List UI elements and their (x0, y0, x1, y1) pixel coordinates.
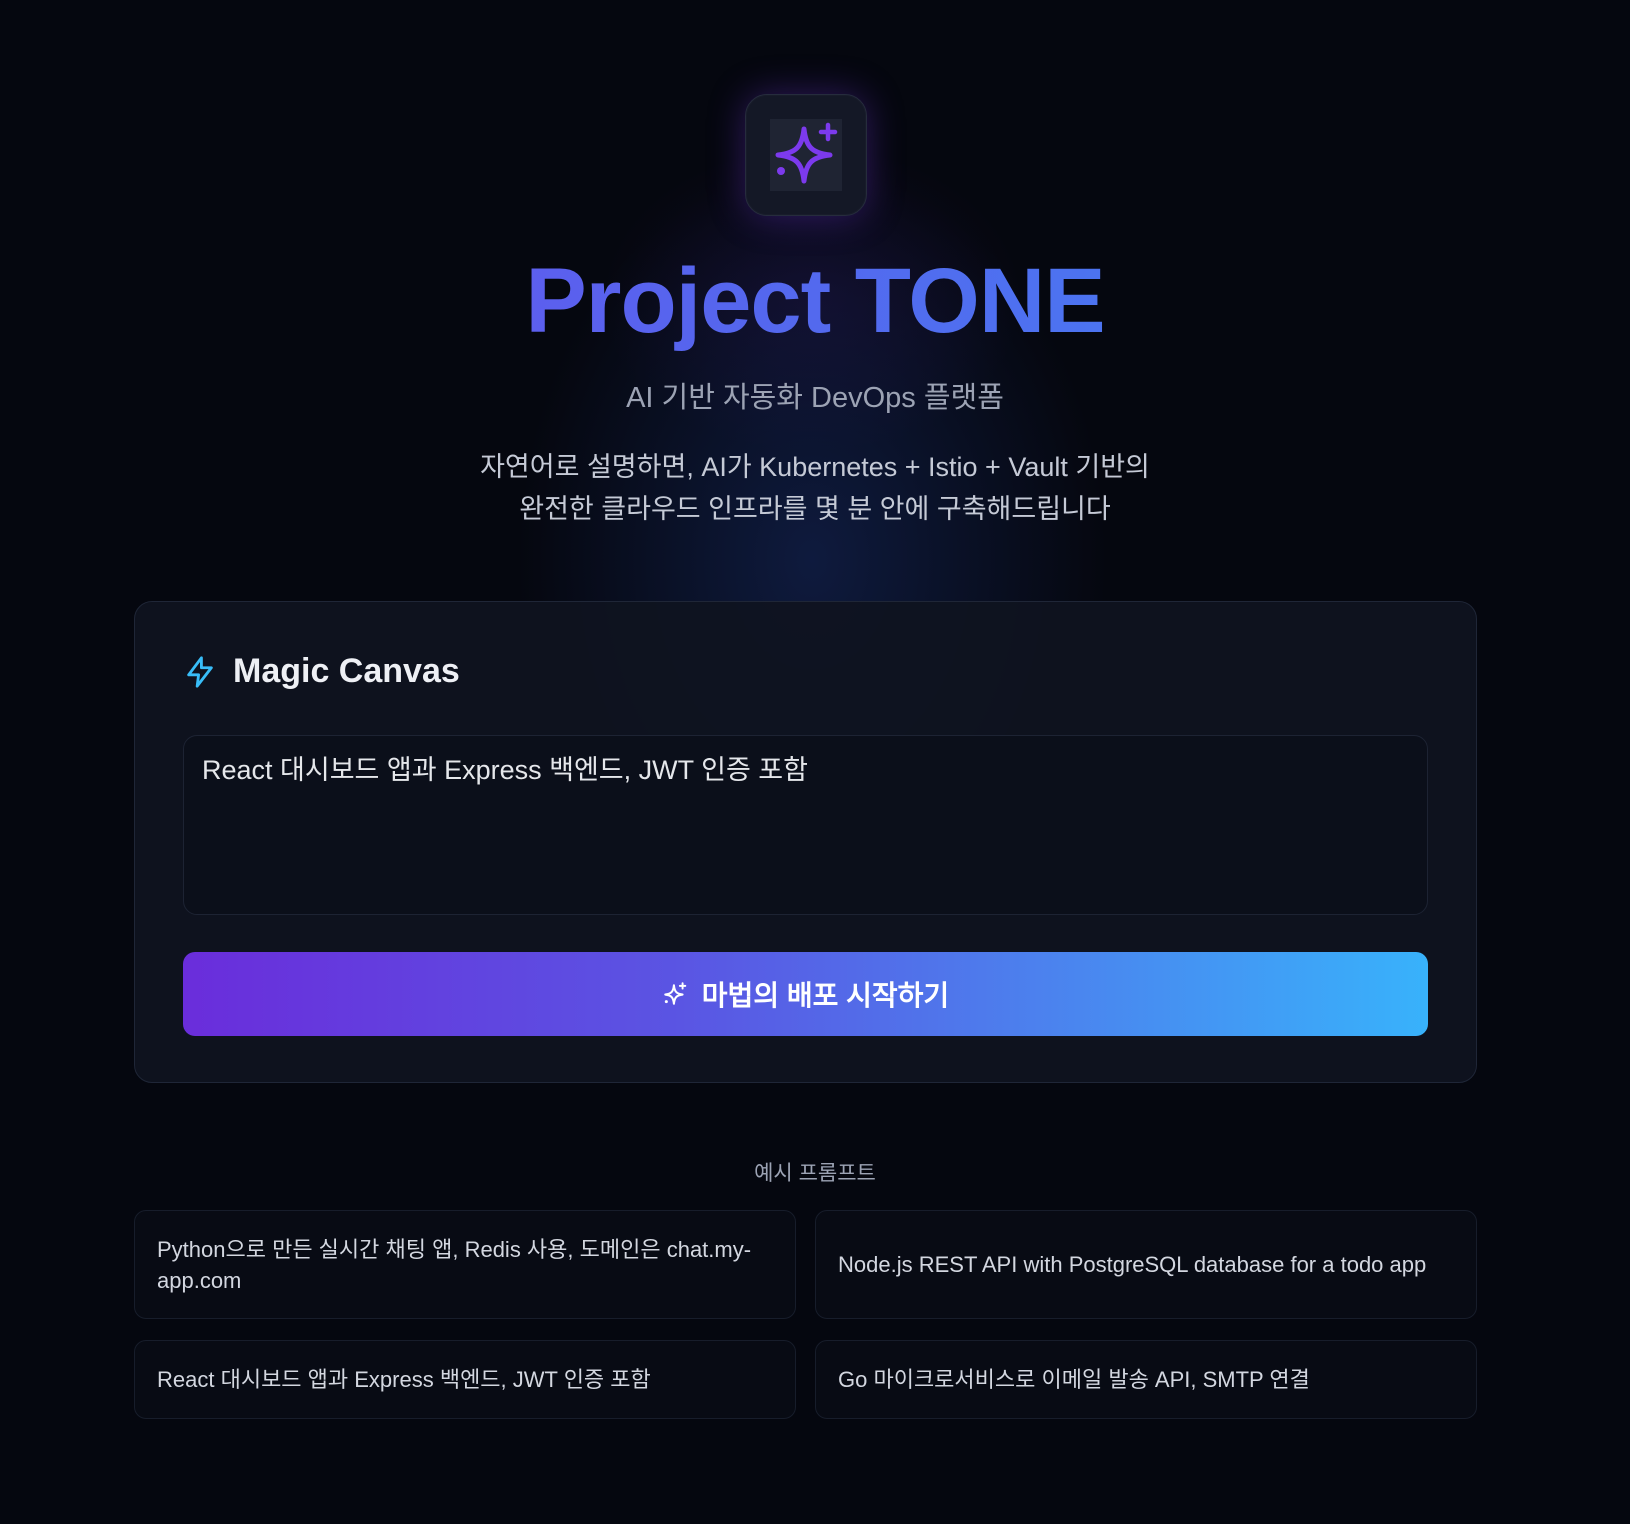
examples-heading: 예시 프롬프트 (754, 1162, 876, 1185)
card-header: Magic Canvas (183, 652, 460, 691)
lightning-icon (187, 655, 213, 688)
page-title: Project TONE (0, 246, 1630, 356)
description-line-2: 완전한 클라우드 인프라를 몇 분 안에 구축해드립니다 (519, 494, 1111, 524)
example-prompt-card[interactable]: React 대시보드 앱과 Express 백엔드, JWT 인증 포함 (134, 1340, 796, 1419)
example-prompt-text: Go 마이크로서비스로 이메일 발송 API, SMTP 연결 (838, 1367, 1310, 1392)
start-deploy-button[interactable]: 마법의 배포 시작하기 (183, 952, 1428, 1036)
page-description: 자연어로 설명하면, AI가 Kubernetes + Istio + Vaul… (0, 446, 1630, 530)
description-line-1: 자연어로 설명하면, AI가 Kubernetes + Istio + Vaul… (480, 452, 1150, 482)
card-title: Magic Canvas (233, 652, 460, 690)
example-prompt-text: Node.js REST API with PostgreSQL databas… (838, 1252, 1427, 1277)
app-logo (745, 94, 867, 216)
example-prompt-text: Python으로 만든 실시간 채팅 앱, Redis 사용, 도메인은 cha… (157, 1236, 752, 1293)
example-prompt-card[interactable]: Node.js REST API with PostgreSQL databas… (815, 1210, 1477, 1319)
example-prompt-card[interactable]: Python으로 만든 실시간 채팅 앱, Redis 사용, 도메인은 cha… (134, 1210, 796, 1319)
logo-inner (770, 119, 842, 191)
example-prompt-text: React 대시보드 앱과 Express 백엔드, JWT 인증 포함 (157, 1367, 651, 1392)
prompt-input[interactable]: React 대시보드 앱과 Express 백엔드, JWT 인증 포함 (183, 735, 1428, 915)
sparkles-icon (775, 122, 838, 184)
sparkles-icon (664, 982, 687, 1005)
magic-canvas-card: Magic Canvas React 대시보드 앱과 Express 백엔드, … (134, 601, 1477, 1083)
example-prompt-card[interactable]: Go 마이크로서비스로 이메일 발송 API, SMTP 연결 (815, 1340, 1477, 1419)
start-deploy-button-label: 마법의 배포 시작하기 (701, 980, 950, 1011)
page-subtitle: AI 기반 자동화 DevOps 플랫폼 (626, 382, 1004, 414)
